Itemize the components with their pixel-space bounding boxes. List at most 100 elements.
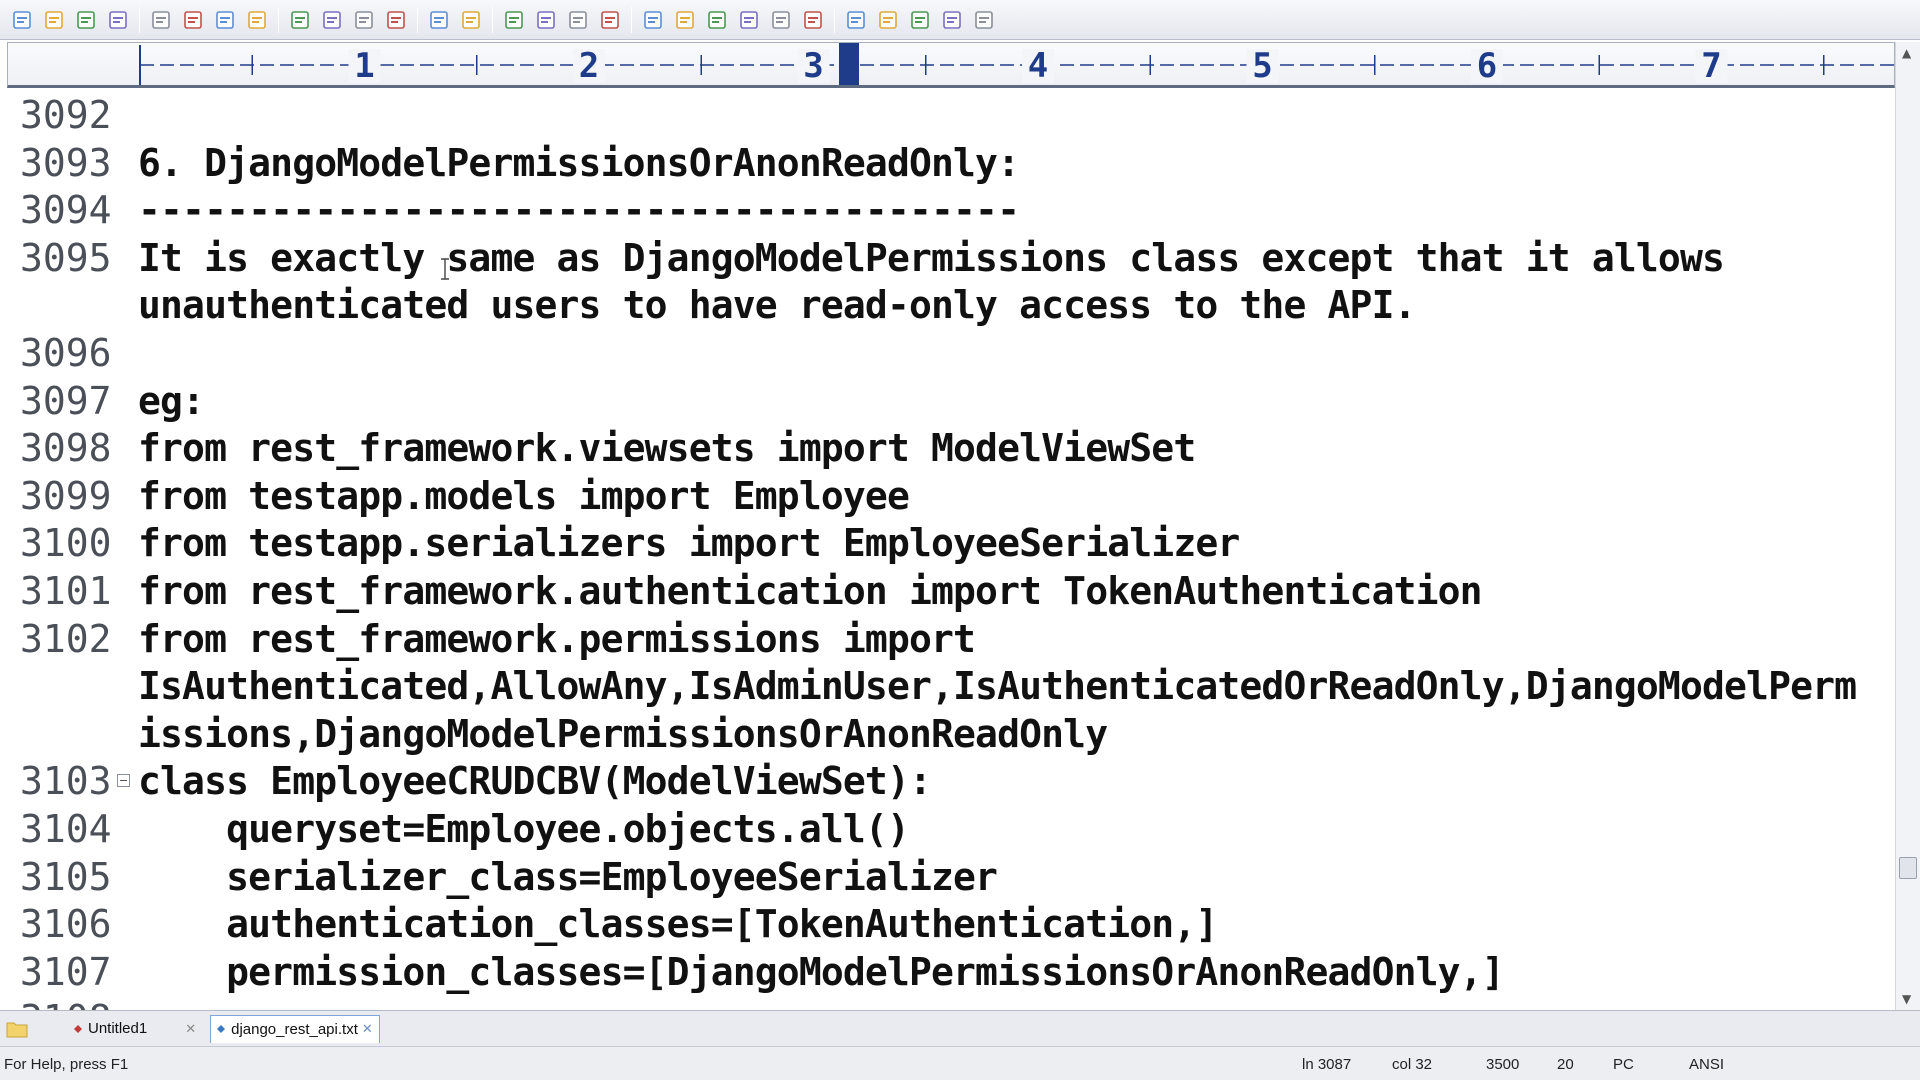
undo-icon[interactable] bbox=[425, 6, 453, 34]
line-text: eg: bbox=[138, 378, 205, 423]
editor-line[interactable]: 3100 from testapp.serializers import Empl… bbox=[7, 520, 1895, 567]
help-icon[interactable] bbox=[970, 6, 998, 34]
ruler-number: 2 bbox=[579, 46, 599, 86]
editor-line[interactable]: issions,DjangoModelPermissionsOrAnonRead… bbox=[7, 711, 1895, 758]
redo-icon[interactable] bbox=[457, 6, 485, 34]
line-number: 3107 bbox=[20, 949, 112, 994]
status-bar: For Help, press F1 ln 3087 col 32 3500 2… bbox=[0, 1046, 1920, 1080]
print-preview-icon[interactable] bbox=[147, 6, 175, 34]
line-text: issions,DjangoModelPermissionsOrAnonRead… bbox=[138, 711, 1108, 756]
scroll-up-arrow-icon[interactable]: ▲ bbox=[1902, 46, 1911, 60]
editor-line[interactable]: 3099 from testapp.models import Employee bbox=[7, 473, 1895, 520]
toolbar-separator bbox=[278, 6, 279, 33]
find-icon[interactable] bbox=[500, 6, 528, 34]
save-all-icon[interactable] bbox=[104, 6, 132, 34]
line-text: It is exactly same as DjangoModelPermiss… bbox=[138, 235, 1725, 280]
editor-line[interactable]: 3105 serializer_class=EmployeeSerializer bbox=[7, 854, 1895, 901]
editor-line[interactable]: 3103 class EmployeeCRUDCBV(ModelViewSet): bbox=[7, 758, 1895, 805]
close-tab-icon[interactable]: ✕ bbox=[185, 1021, 196, 1037]
line-text: IsAuthenticated,AllowAny,IsAdminUser,IsA… bbox=[138, 664, 1857, 709]
column-mode-icon[interactable] bbox=[767, 6, 795, 34]
text-editor-area[interactable]: 3092 3093 6. DjangoModelPermissionsOrAnonR… bbox=[7, 90, 1895, 1010]
line-text: queryset=Employee.objects.all() bbox=[138, 807, 910, 851]
check-icon[interactable] bbox=[799, 6, 827, 34]
line-number: 3108 bbox=[20, 996, 120, 1010]
ruler-number: 7 bbox=[1701, 46, 1721, 86]
editor-line[interactable]: IsAuthenticated,AllowAny,IsAdminUser,IsA… bbox=[7, 663, 1895, 710]
line-text: authentication_classes=[TokenAuthenticat… bbox=[138, 902, 1218, 947]
folder-icon[interactable] bbox=[6, 1020, 28, 1038]
editor-line[interactable]: 3092 bbox=[7, 92, 1895, 139]
status-column-number: col 32 bbox=[1392, 1056, 1433, 1073]
tab-untitled1[interactable]: Untitled1 ✕ bbox=[68, 1015, 202, 1043]
status-encoding: ANSI bbox=[1689, 1056, 1725, 1073]
status-line-ending: PC bbox=[1613, 1056, 1634, 1073]
line-number: 3099 bbox=[20, 473, 112, 518]
editor-line[interactable]: 3107 permission_classes=[DjangoModelPerm… bbox=[7, 949, 1895, 996]
line-number: 3100 bbox=[20, 521, 112, 566]
font-icon[interactable] bbox=[639, 6, 667, 34]
paste-icon[interactable] bbox=[350, 6, 378, 34]
editor-line[interactable]: 3101 from rest_framework.authentication i… bbox=[7, 568, 1895, 615]
find-in-files-icon[interactable] bbox=[564, 6, 592, 34]
cut-icon[interactable] bbox=[286, 6, 314, 34]
editor-line[interactable]: 3106 authentication_classes=[TokenAuthen… bbox=[7, 901, 1895, 948]
print-icon[interactable] bbox=[179, 6, 207, 34]
fold-toggle-icon[interactable] bbox=[117, 774, 130, 788]
open-file-icon[interactable] bbox=[40, 6, 68, 34]
editor-line[interactable]: 3104 queryset=Employee.objects.all() bbox=[7, 806, 1895, 853]
copy-icon[interactable] bbox=[318, 6, 346, 34]
goto-icon[interactable] bbox=[596, 6, 624, 34]
status-count: 20 bbox=[1557, 1056, 1574, 1073]
list-icon[interactable] bbox=[842, 6, 870, 34]
line-number: 3096 bbox=[20, 331, 112, 375]
editor-line[interactable]: 3108 bbox=[7, 996, 1895, 1010]
tile-icon[interactable] bbox=[906, 6, 934, 34]
word-wrap-icon[interactable] bbox=[703, 6, 731, 34]
document-tabs: Untitled1 ✕ django_rest_api.txt ✕ bbox=[0, 1010, 1920, 1046]
scrollbar-thumb[interactable] bbox=[1899, 857, 1917, 879]
editor-line[interactable]: 3098 from rest_framework.viewsets import … bbox=[7, 425, 1895, 472]
ruler-number: 6 bbox=[1477, 46, 1497, 86]
line-number: 3095 bbox=[20, 235, 112, 280]
replace-icon[interactable] bbox=[532, 6, 560, 34]
delete-icon[interactable] bbox=[382, 6, 410, 34]
new-file-icon[interactable] bbox=[8, 6, 36, 34]
tab-label: Untitled1 bbox=[88, 1020, 148, 1037]
tab-django-rest-api[interactable]: django_rest_api.txt ✕ bbox=[210, 1014, 380, 1043]
vertical-scrollbar[interactable]: ▲ ▼ bbox=[1895, 42, 1920, 1010]
editor-line[interactable]: 3102 from rest_framework.permissions impo… bbox=[7, 616, 1895, 663]
cascade-icon[interactable] bbox=[938, 6, 966, 34]
ruler-number: 1 bbox=[354, 46, 374, 86]
line-text: from testapp.models import Employee bbox=[138, 473, 910, 518]
line-number: 3097 bbox=[20, 378, 112, 423]
document-icon bbox=[217, 1025, 226, 1033]
ruler-ticks: 1 2 3 4 5 6 7 bbox=[139, 43, 1894, 86]
toolbar-separator bbox=[492, 6, 493, 33]
line-numbers-icon[interactable] bbox=[735, 6, 763, 34]
close-tab-icon[interactable]: ✕ bbox=[362, 1021, 373, 1037]
editor-line[interactable]: 3097 eg: bbox=[7, 378, 1895, 425]
line-text: from rest_framework.viewsets import Mode… bbox=[138, 426, 1196, 471]
line-number: 3093 bbox=[20, 140, 112, 185]
line-text: from rest_framework.permissions import bbox=[138, 616, 976, 661]
line-number: 3106 bbox=[20, 902, 112, 947]
line-number: 3092 bbox=[20, 93, 112, 137]
scroll-down-arrow-icon[interactable]: ▼ bbox=[1902, 992, 1911, 1006]
editor-line[interactable]: 3096 bbox=[7, 330, 1895, 377]
save-icon[interactable] bbox=[72, 6, 100, 34]
editor-line[interactable]: 3093 6. DjangoModelPermissionsOrAnonReadO… bbox=[7, 140, 1895, 187]
spell-check-icon[interactable] bbox=[211, 6, 239, 34]
line-text: serializer_class=EmployeeSerializer bbox=[138, 854, 998, 899]
line-text: from rest_framework.authentication impor… bbox=[138, 569, 1483, 613]
editor-line[interactable]: 3095 It is exactly same as DjangoModelPer… bbox=[7, 235, 1895, 282]
hex-icon[interactable] bbox=[671, 6, 699, 34]
compare-icon[interactable] bbox=[243, 6, 271, 34]
editor-line[interactable]: 3094 ------------------------------------… bbox=[7, 187, 1895, 234]
line-text: permission_classes=[DjangoModelPermissio… bbox=[138, 949, 1504, 994]
toolbar-separator bbox=[834, 6, 835, 33]
editor-line[interactable]: unauthenticated users to have read-only … bbox=[7, 282, 1895, 329]
window-icon[interactable] bbox=[874, 6, 902, 34]
line-number: 3102 bbox=[20, 616, 112, 661]
line-text: class EmployeeCRUDCBV(ModelViewSet): bbox=[138, 759, 932, 804]
